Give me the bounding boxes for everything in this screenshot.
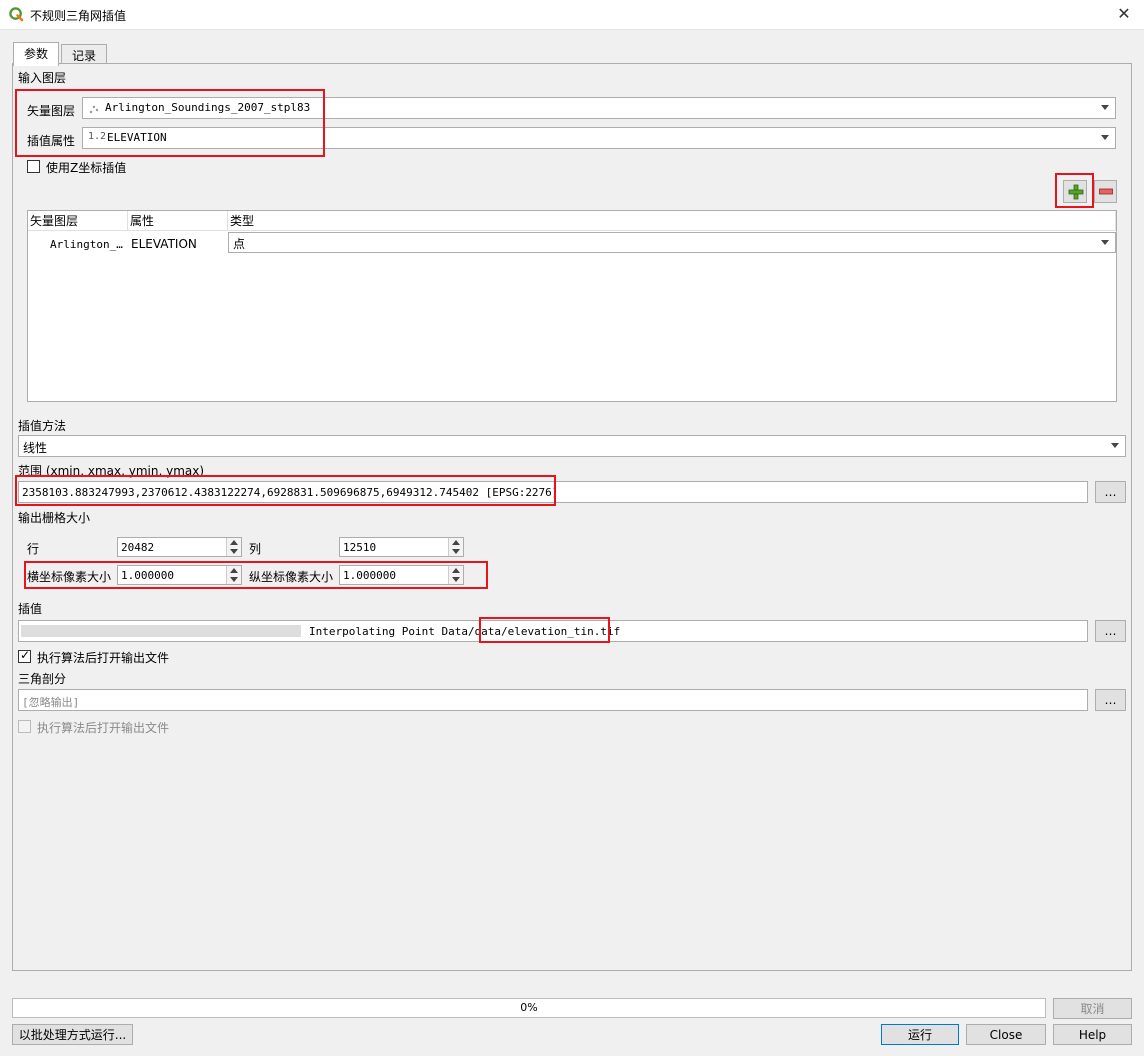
pixel-size-x-value: 1.000000 bbox=[121, 569, 174, 582]
type-value: 点 bbox=[233, 237, 246, 251]
cancel-button[interactable]: 取消 bbox=[1053, 998, 1132, 1019]
plus-icon bbox=[1068, 184, 1084, 200]
output-label: 插值 bbox=[18, 602, 43, 616]
output-browse-button[interactable]: … bbox=[1095, 620, 1126, 642]
output-path-value: Interpolating Point Data/data/elevation_… bbox=[309, 625, 621, 638]
pixel-size-y-spinbox[interactable]: 1.000000 bbox=[339, 565, 464, 585]
pixel-size-y-label: 纵坐标像素大小 bbox=[249, 570, 334, 584]
progress-text: 0% bbox=[520, 1001, 538, 1014]
cols-value: 12510 bbox=[343, 541, 377, 554]
run-button[interactable]: 运行 bbox=[881, 1024, 959, 1045]
parameters-panel bbox=[12, 63, 1132, 971]
close-button[interactable]: Close bbox=[966, 1024, 1046, 1045]
extent-input[interactable]: 2358103.883247993,2370612.4383122274,692… bbox=[18, 481, 1088, 503]
spin-arrows[interactable] bbox=[448, 566, 463, 584]
remove-layer-button[interactable] bbox=[1094, 180, 1117, 203]
vector-layer-value: Arlington_Soundings_2007_stpl83 bbox=[105, 101, 311, 114]
cols-label: 列 bbox=[249, 542, 262, 556]
vector-layer-combo[interactable]: Arlington_Soundings_2007_stpl83 bbox=[82, 97, 1116, 119]
progress-bar: 0% bbox=[12, 998, 1046, 1018]
arrow-down-icon bbox=[452, 577, 460, 582]
open-triangulation-label: 执行算法后打开输出文件 bbox=[37, 721, 170, 735]
extent-browse-button[interactable]: … bbox=[1095, 481, 1126, 503]
attribute-value: ELEVATION bbox=[107, 131, 167, 144]
open-triangulation-checkbox[interactable] bbox=[18, 720, 31, 733]
attribute-combo[interactable]: 1.2 ELEVATION bbox=[82, 127, 1116, 149]
rows-label: 行 bbox=[27, 542, 40, 556]
interpolation-method-label: 插值方法 bbox=[18, 419, 67, 433]
pixel-size-x-spinbox[interactable]: 1.000000 bbox=[117, 565, 242, 585]
help-button[interactable]: Help bbox=[1053, 1024, 1132, 1045]
interpolation-method-combo[interactable]: 线性 bbox=[18, 435, 1126, 457]
window-title: 不规则三角网插值 bbox=[30, 9, 127, 23]
spin-arrows[interactable] bbox=[226, 538, 241, 556]
arrow-up-icon bbox=[230, 540, 238, 545]
arrow-up-icon bbox=[452, 540, 460, 545]
input-layers-heading: 输入图层 bbox=[18, 71, 67, 85]
batch-process-button[interactable]: 以批处理方式运行... bbox=[12, 1024, 133, 1045]
use-z-label: 使用Z坐标插值 bbox=[46, 161, 127, 175]
point-layer-icon bbox=[89, 105, 99, 114]
qgis-logo-icon bbox=[9, 7, 24, 22]
add-layer-button[interactable] bbox=[1063, 180, 1087, 203]
column-header-attribute[interactable]: 属性 bbox=[128, 211, 228, 231]
triangulation-output-input[interactable]: [忽略输出] bbox=[18, 689, 1088, 711]
use-z-checkbox[interactable] bbox=[27, 160, 40, 173]
output-path-input[interactable]: Interpolating Point Data/data/elevation_… bbox=[18, 620, 1088, 642]
pixel-size-x-label: 横坐标像素大小 bbox=[27, 570, 112, 584]
raster-size-label: 输出栅格大小 bbox=[18, 511, 91, 525]
interpolation-layer-table[interactable]: 矢量图层 属性 类型 Arlington_… ELEVATION 点 bbox=[27, 210, 1117, 402]
column-header-layer[interactable]: 矢量图层 bbox=[28, 211, 128, 231]
title-bar bbox=[0, 0, 1144, 30]
open-output-label: 执行算法后打开输出文件 bbox=[37, 651, 170, 665]
tab-parameters[interactable]: 参数 bbox=[13, 42, 60, 66]
open-output-checkbox[interactable]: ✓ bbox=[18, 648, 31, 663]
interpolation-method-value: 线性 bbox=[23, 441, 48, 455]
triangulation-placeholder: [忽略输出] bbox=[22, 696, 80, 709]
vector-layer-label: 矢量图层 bbox=[27, 104, 76, 118]
table-cell-attribute[interactable]: ELEVATION bbox=[131, 237, 197, 251]
rows-value: 20482 bbox=[121, 541, 155, 554]
triangulation-label: 三角剖分 bbox=[18, 672, 67, 686]
rows-spinbox[interactable]: 20482 bbox=[117, 537, 242, 557]
table-cell-layer[interactable]: Arlington_… bbox=[50, 238, 123, 251]
pixel-size-y-value: 1.000000 bbox=[343, 569, 396, 582]
spin-arrows[interactable] bbox=[226, 566, 241, 584]
arrow-down-icon bbox=[230, 577, 238, 582]
cols-spinbox[interactable]: 12510 bbox=[339, 537, 464, 557]
column-header-type[interactable]: 类型 bbox=[228, 211, 1116, 231]
minus-icon bbox=[1099, 188, 1113, 195]
numeric-field-icon: 1.2 bbox=[88, 131, 107, 142]
chevron-down-icon bbox=[1101, 135, 1109, 140]
attribute-label: 插值属性 bbox=[27, 134, 76, 148]
arrow-up-icon bbox=[452, 568, 460, 573]
checkmark-icon: ✓ bbox=[20, 648, 31, 662]
extent-label: 范围 (xmin, xmax, ymin, ymax) bbox=[18, 464, 205, 478]
chevron-down-icon bbox=[1101, 105, 1109, 110]
arrow-down-icon bbox=[452, 549, 460, 554]
triangulation-browse-button[interactable]: … bbox=[1095, 689, 1126, 711]
close-icon[interactable]: ✕ bbox=[1114, 4, 1134, 24]
spin-arrows[interactable] bbox=[448, 538, 463, 556]
arrow-up-icon bbox=[230, 568, 238, 573]
arrow-down-icon bbox=[230, 549, 238, 554]
chevron-down-icon bbox=[1101, 240, 1109, 245]
chevron-down-icon bbox=[1111, 443, 1119, 448]
redacted-path bbox=[21, 625, 301, 637]
extent-value: 2358103.883247993,2370612.4383122274,692… bbox=[22, 486, 559, 499]
type-combo[interactable]: 点 bbox=[228, 232, 1116, 253]
